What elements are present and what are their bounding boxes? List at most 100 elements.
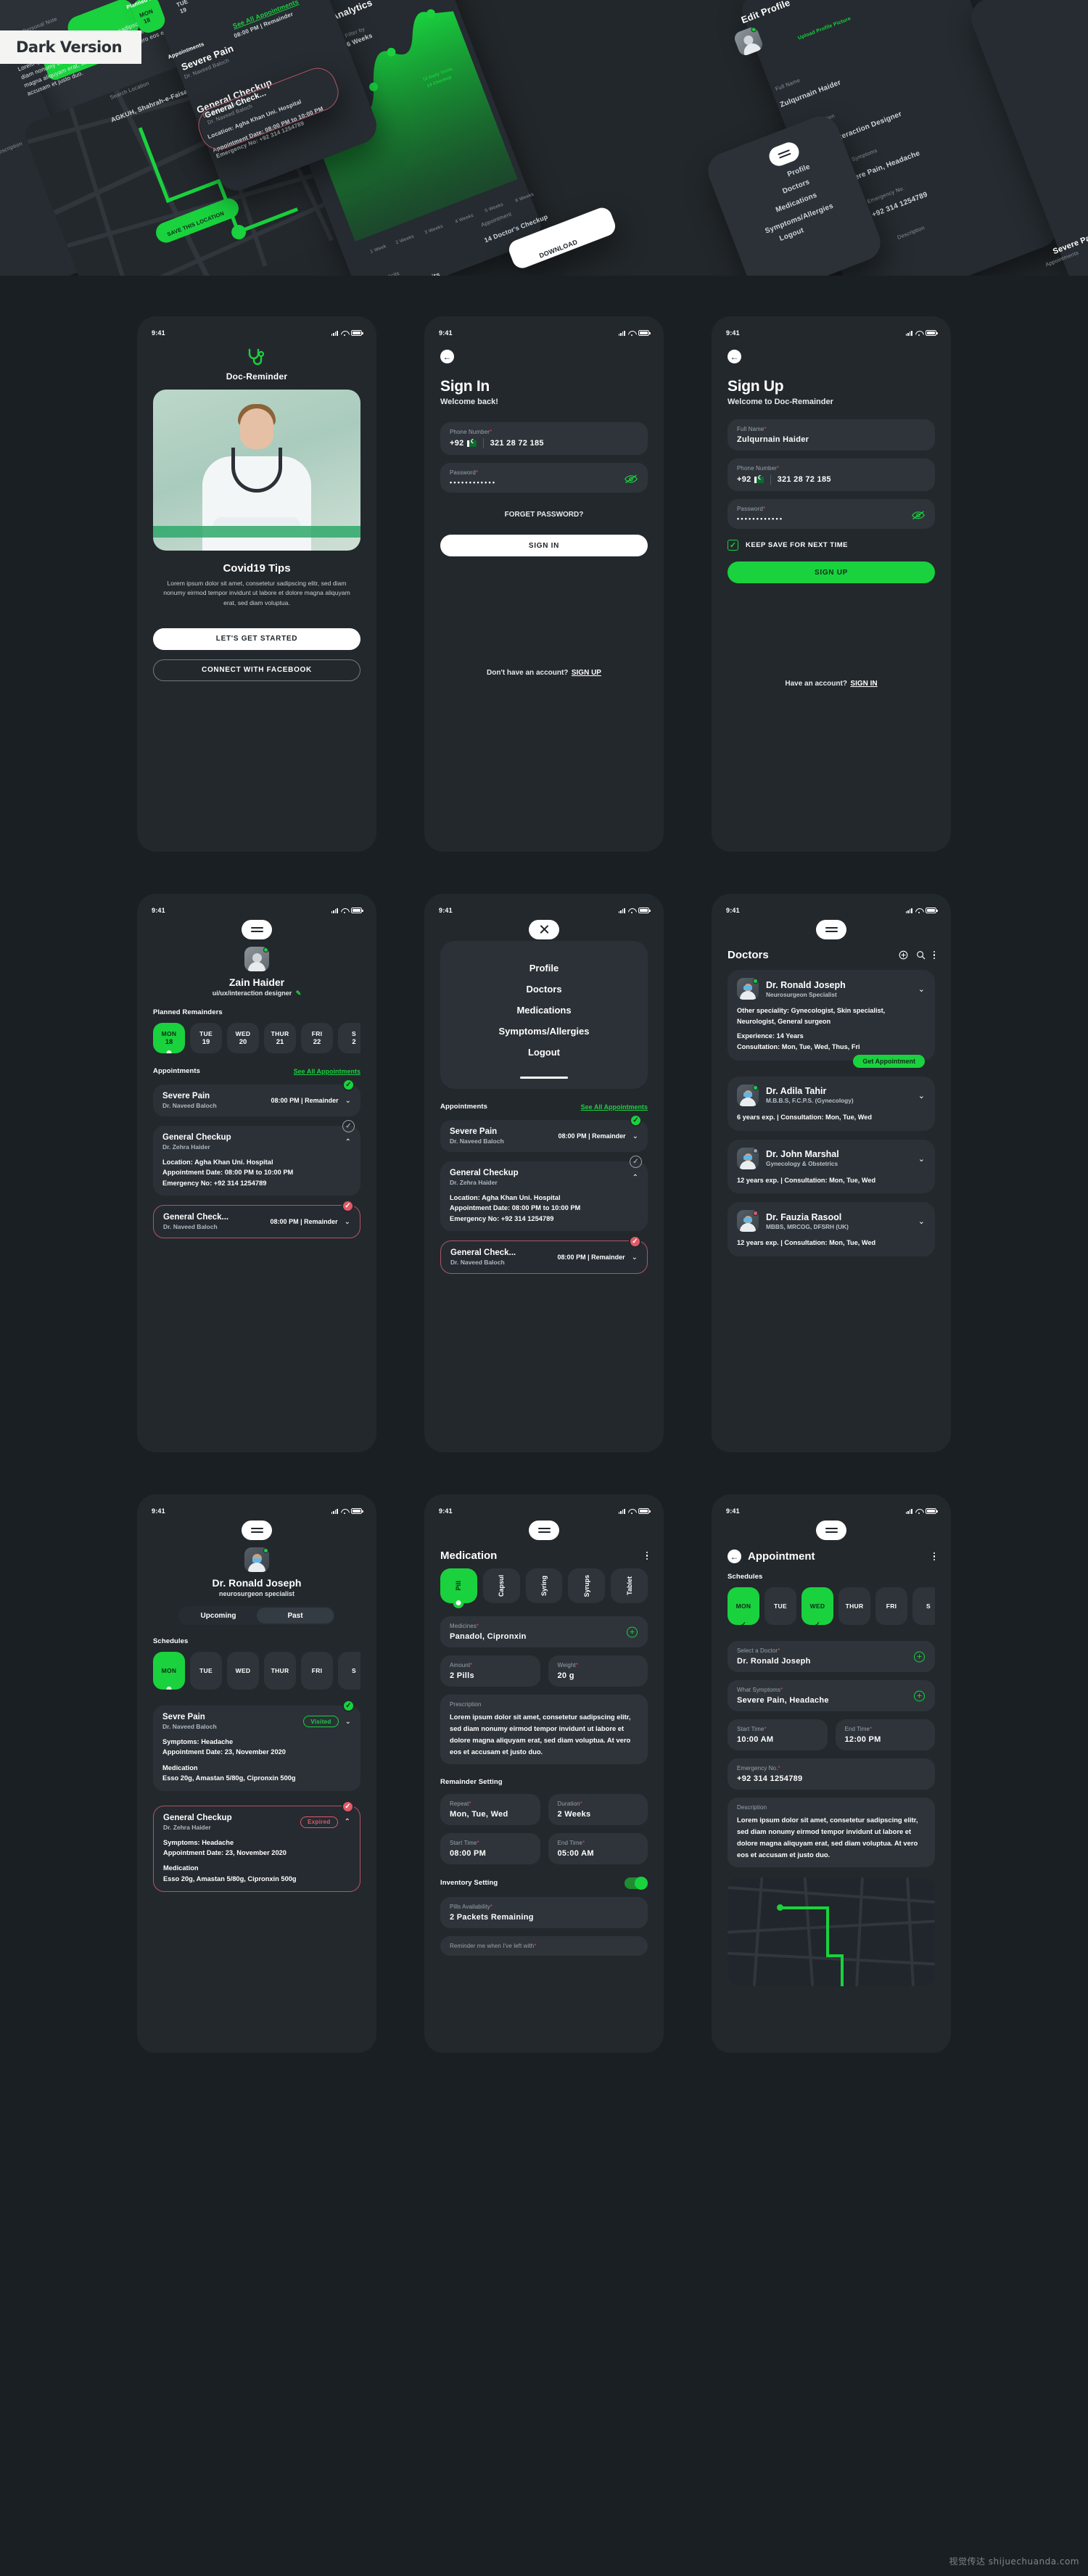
- chevron-down-icon[interactable]: ⌄: [918, 1154, 925, 1164]
- day-chip-fri[interactable]: FRI 22: [301, 1023, 333, 1053]
- menu-item-medications[interactable]: Medications: [516, 1005, 571, 1016]
- inventory-setting-toggle[interactable]: [625, 1876, 648, 1890]
- start-time-field[interactable]: Start Time* 10:00 AM: [728, 1719, 828, 1750]
- signin-link[interactable]: SIGN IN: [850, 680, 877, 688]
- chevron-down-icon[interactable]: ⌄: [918, 984, 925, 994]
- keep-save-row[interactable]: ✓ KEEP SAVE FOR NEXT TIME: [728, 540, 935, 551]
- day-chip-sat[interactable]: S: [338, 1652, 360, 1690]
- phone-number-field[interactable]: Phone Number* +92 321 28 72 185: [440, 422, 648, 455]
- keep-save-checkbox[interactable]: ✓: [728, 540, 738, 551]
- appointment-card-severe-pain[interactable]: ✓ Severe Pain Dr. Naveed Baloch 08:00 PM…: [153, 1079, 360, 1116]
- appointment-card-general-checkup[interactable]: ✓ General Checkup Dr. Zehra Haider ⌃ Loc…: [153, 1120, 360, 1196]
- appointment-map[interactable]: [728, 1877, 935, 1986]
- select-doctor-field[interactable]: Select a Doctor* Dr. Ronald Joseph +: [728, 1641, 935, 1672]
- start-time-field[interactable]: Start Time* 08:00 PM: [440, 1832, 540, 1864]
- record-card-general-checkup[interactable]: ✓ General Checkup Dr. Zehra Haider Expir…: [153, 1800, 360, 1893]
- description-field[interactable]: Description Lorem ipsum dolor sit amet, …: [728, 1798, 935, 1867]
- signin-submit-button[interactable]: SIGN IN: [440, 535, 648, 556]
- add-medicine-icon[interactable]: +: [627, 1626, 638, 1637]
- day-chip-mon[interactable]: MON 18: [153, 1023, 185, 1053]
- med-type-syrups[interactable]: Syrups: [568, 1568, 606, 1603]
- appointment-card-expired[interactable]: ✓ General Check... Dr. Naveed Baloch 08:…: [440, 1235, 648, 1275]
- add-symptom-icon[interactable]: +: [914, 1690, 925, 1701]
- connect-facebook-button[interactable]: CONNECT WITH FACEBOOK: [153, 659, 360, 681]
- user-avatar[interactable]: [244, 947, 269, 971]
- more-options-icon[interactable]: [646, 1551, 648, 1560]
- add-doctor-icon[interactable]: +: [914, 1651, 925, 1662]
- hamburger-menu-button[interactable]: [816, 1521, 846, 1540]
- day-chip-wed[interactable]: WED 20: [227, 1023, 259, 1053]
- record-card-sevre-pain[interactable]: ✓ Sevre Pain Dr. Naveed Baloch Visited ⌄…: [153, 1700, 360, 1791]
- menu-item-symptoms-allergies[interactable]: Symptoms/Allergies: [499, 1026, 590, 1037]
- forget-password-link[interactable]: FORGET PASSWORD?: [505, 511, 584, 519]
- duration-field[interactable]: Duration* 2 Weeks: [548, 1793, 648, 1825]
- amount-field[interactable]: Amount* 2 Pills: [440, 1655, 540, 1687]
- appointment-card-severe-pain[interactable]: ✓ Severe Pain Dr. Naveed Baloch 08:00 PM…: [440, 1114, 648, 1152]
- appointment-card-general-checkup[interactable]: ✓ General Checkup Dr. Zehra Haider ⌃ Loc…: [440, 1156, 648, 1232]
- day-chip-wed[interactable]: WED ✓: [801, 1587, 833, 1625]
- password-field[interactable]: Password* ••••••••••••: [728, 499, 935, 529]
- back-arrow-icon[interactable]: ←: [728, 1550, 741, 1563]
- prescription-field[interactable]: Prescription Lorem ipsum dolor sit amet,…: [440, 1695, 648, 1764]
- day-chip-sat[interactable]: S 2: [338, 1023, 360, 1053]
- chevron-up-icon[interactable]: ⌃: [632, 1174, 638, 1182]
- more-options-icon[interactable]: [933, 950, 935, 960]
- hamburger-menu-button[interactable]: [242, 1521, 272, 1540]
- drawer-handle[interactable]: [520, 1077, 568, 1079]
- end-time-field[interactable]: End Time* 05:00 AM: [548, 1832, 648, 1864]
- chevron-down-icon[interactable]: ⌄: [345, 1218, 350, 1226]
- doctor-card-john-marshal[interactable]: Dr. John Marshal Gynecology & Obstetrics…: [728, 1139, 935, 1194]
- doctor-card-fauzia-rasool[interactable]: Dr. Fauzia Rasool MBBS, MRCOG, DFSRH (UK…: [728, 1202, 935, 1257]
- day-chip-tue[interactable]: TUE 19: [190, 1023, 222, 1053]
- day-chip-thur[interactable]: THUR: [838, 1587, 870, 1625]
- chevron-up-icon[interactable]: ⌃: [345, 1818, 350, 1826]
- see-all-appointments-link[interactable]: See All Appointments: [294, 1068, 360, 1075]
- doctor-card-adila-tahir[interactable]: Dr. Adila Tahir M.B.B.S, F.C.P.S. (Gynec…: [728, 1076, 935, 1131]
- get-started-button[interactable]: LET'S GET STARTED: [153, 627, 360, 650]
- tab-past[interactable]: Past: [257, 1608, 334, 1624]
- chevron-down-icon[interactable]: ⌄: [632, 1254, 638, 1262]
- upcoming-past-segmented-control[interactable]: Upcoming Past: [178, 1606, 335, 1625]
- day-chip-fri[interactable]: FRI: [301, 1652, 333, 1690]
- med-type-tablet[interactable]: Tablet: [611, 1568, 648, 1603]
- day-chip-wed[interactable]: WED: [227, 1652, 259, 1690]
- chevron-up-icon[interactable]: ⌃: [345, 1138, 351, 1146]
- see-all-appointments-link[interactable]: See All Appointments: [581, 1103, 648, 1111]
- menu-item-doctors[interactable]: Doctors: [526, 984, 561, 995]
- password-field[interactable]: Password* ••••••••••••: [440, 463, 648, 493]
- chevron-down-icon[interactable]: ⌄: [345, 1718, 351, 1726]
- day-chip-thur[interactable]: THUR: [264, 1652, 296, 1690]
- country-code-selector[interactable]: +92: [450, 439, 477, 448]
- back-arrow-icon[interactable]: ←: [728, 350, 741, 363]
- eye-off-icon[interactable]: [912, 510, 925, 519]
- search-icon[interactable]: [916, 950, 926, 960]
- close-menu-button[interactable]: [529, 920, 559, 939]
- appointment-card-expired[interactable]: ✓ General Check... Dr. Naveed Baloch 08:…: [153, 1200, 360, 1239]
- day-chip-mon[interactable]: MON ✓: [728, 1587, 759, 1625]
- menu-item-logout[interactable]: Logout: [528, 1047, 560, 1058]
- day-chip-tue[interactable]: TUE: [190, 1652, 222, 1690]
- weight-field[interactable]: Weight* 20 g: [548, 1655, 648, 1687]
- chevron-down-icon[interactable]: ⌄: [918, 1217, 925, 1226]
- back-arrow-icon[interactable]: ←: [440, 350, 454, 363]
- tab-upcoming[interactable]: Upcoming: [180, 1608, 257, 1624]
- day-chip-thur[interactable]: THUR 21: [264, 1023, 296, 1053]
- menu-item-profile[interactable]: Profile: [529, 963, 559, 974]
- reminder-left-field[interactable]: Reminder me when I've left with*: [440, 1935, 648, 1956]
- symptoms-field[interactable]: What Symptoms* Severe Pain, Headache +: [728, 1680, 935, 1711]
- signup-link[interactable]: SIGN UP: [572, 669, 601, 677]
- more-options-icon[interactable]: [933, 1552, 935, 1561]
- pills-availability-field[interactable]: Pills Availability* 2 Packets Remaining: [440, 1896, 648, 1928]
- country-code-selector[interactable]: +92: [737, 475, 764, 484]
- med-type-syring[interactable]: Syring: [525, 1568, 563, 1603]
- phone-number-field[interactable]: Phone Number* +92 321 28 72 185: [728, 458, 935, 491]
- day-chip-tue[interactable]: TUE: [765, 1587, 796, 1625]
- add-circle-icon[interactable]: [899, 950, 908, 960]
- hamburger-menu-button[interactable]: [816, 920, 846, 939]
- emergency-number-field[interactable]: Emergency No.* +92 314 1254789: [728, 1758, 935, 1790]
- repeat-field[interactable]: Repeat* Mon, Tue, Wed: [440, 1793, 540, 1825]
- eye-off-icon[interactable]: [625, 474, 638, 483]
- medicines-field[interactable]: Medicines* Panadol, Cipronxin +: [440, 1616, 648, 1647]
- edit-pencil-icon[interactable]: ✎: [296, 989, 302, 997]
- chevron-down-icon[interactable]: ⌄: [632, 1132, 638, 1140]
